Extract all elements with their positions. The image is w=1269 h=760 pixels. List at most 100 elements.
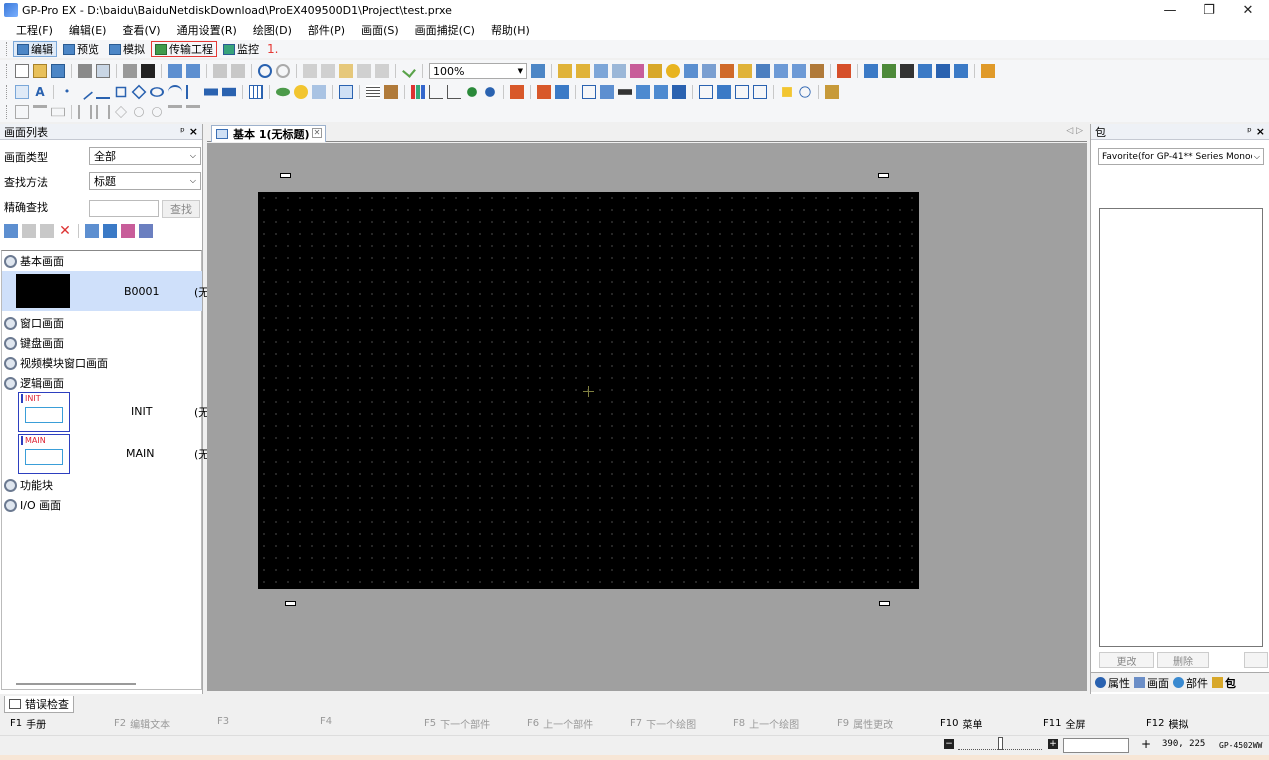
pin-icon[interactable]: ᵖ: [1247, 125, 1252, 138]
transfer-project-button[interactable]: 传输工程: [151, 41, 217, 57]
menu-project[interactable]: 工程(F): [8, 22, 61, 38]
modify-button[interactable]: 更改: [1099, 652, 1154, 668]
screen-export-icon[interactable]: [139, 224, 153, 238]
resize-handle[interactable]: [878, 173, 889, 178]
logic-item-init[interactable]: INIT INIT (无: [2, 391, 209, 433]
panel-close-icon[interactable]: ×: [189, 125, 198, 138]
screen-view-icon[interactable]: [103, 224, 117, 238]
paste-icon[interactable]: [339, 64, 353, 78]
tool-icon[interactable]: [582, 85, 596, 99]
search-method-select[interactable]: 标题 ⌵: [89, 172, 201, 190]
zoom-select[interactable]: 100% ▼: [429, 63, 527, 79]
tool-icon[interactable]: [558, 64, 572, 78]
tab-screen[interactable]: 画面: [1134, 675, 1169, 691]
tool-icon[interactable]: [918, 64, 932, 78]
resize-handle[interactable]: [879, 601, 890, 606]
tab-package[interactable]: 包: [1212, 675, 1236, 691]
menu-draw[interactable]: 绘图(D): [245, 22, 300, 38]
fkey-f2[interactable]: F2 编辑文本: [114, 716, 170, 731]
tool-icon[interactable]: [720, 64, 734, 78]
tool-icon[interactable]: [782, 87, 792, 97]
menu-screen[interactable]: 画面(S): [353, 22, 407, 38]
tool-icon[interactable]: [756, 64, 770, 78]
menu-common-settings[interactable]: 通用设置(R): [169, 22, 245, 38]
tool-icon[interactable]: [467, 87, 477, 97]
find-button[interactable]: 查找: [162, 200, 200, 218]
screen-canvas[interactable]: [258, 192, 919, 589]
minimize-button[interactable]: —: [1150, 0, 1190, 20]
tool-icon[interactable]: [594, 64, 608, 78]
scale-icon[interactable]: [186, 85, 200, 99]
fkey-f11[interactable]: F11 全屏: [1043, 716, 1085, 731]
lamp-icon[interactable]: [294, 85, 308, 99]
tree-logic-screen[interactable]: 逻辑画面: [4, 375, 64, 391]
tool-icon[interactable]: [672, 85, 686, 99]
tool-icon[interactable]: [684, 64, 698, 78]
tool-icon[interactable]: [774, 64, 788, 78]
tool-icon[interactable]: [792, 64, 806, 78]
arc-icon[interactable]: [168, 85, 182, 99]
tool-icon[interactable]: [600, 85, 614, 99]
menu-screen-capture[interactable]: 画面捕捉(C): [407, 22, 483, 38]
print-preview-icon[interactable]: [96, 64, 110, 78]
screen-prop-icon[interactable]: [85, 224, 99, 238]
delete-screen-icon[interactable]: ✕: [58, 224, 72, 238]
tree-video-screen[interactable]: 视频模块窗口画面: [4, 355, 108, 371]
undo-icon[interactable]: [258, 64, 272, 78]
fkey-f1[interactable]: F1 手册: [10, 716, 46, 731]
print-icon[interactable]: [78, 64, 92, 78]
menu-edit[interactable]: 编辑(E): [61, 22, 115, 38]
restore-button[interactable]: ❐: [1189, 0, 1229, 20]
select-arrow-icon[interactable]: [15, 85, 29, 99]
close-button[interactable]: ✕: [1228, 0, 1268, 20]
screen-multi-icon[interactable]: [121, 224, 135, 238]
tool-icon[interactable]: [612, 64, 626, 78]
tool-icon[interactable]: [900, 64, 914, 78]
ellipse-icon[interactable]: [150, 87, 164, 97]
resize-handle[interactable]: [285, 601, 296, 606]
new-icon[interactable]: [15, 64, 29, 78]
new-screen-icon[interactable]: [4, 224, 18, 238]
logic-item-main[interactable]: MAIN MAIN (无: [2, 433, 209, 475]
zoom-out-button[interactable]: −: [944, 739, 954, 749]
tree-function-block[interactable]: 功能块: [4, 477, 53, 493]
rectangle-icon[interactable]: [115, 86, 127, 98]
tool-icon[interactable]: [753, 85, 767, 99]
tool-icon[interactable]: [204, 88, 218, 96]
keypad-icon[interactable]: [366, 85, 380, 99]
tool-icon[interactable]: [810, 64, 824, 78]
tool-icon[interactable]: [384, 85, 398, 99]
zoom-in-button[interactable]: +: [1048, 739, 1058, 749]
dot-icon[interactable]: •: [60, 85, 74, 99]
switch-icon[interactable]: [276, 87, 290, 97]
fkey-f10[interactable]: F10 菜单: [940, 716, 982, 731]
bar-graph-icon[interactable]: [411, 85, 425, 99]
tool-icon[interactable]: [618, 89, 632, 95]
table-icon[interactable]: [249, 85, 263, 99]
tab-parts[interactable]: 部件: [1173, 675, 1208, 691]
tool-icon[interactable]: [485, 87, 495, 97]
tool-icon[interactable]: [864, 64, 878, 78]
menu-help[interactable]: 帮助(H): [483, 22, 538, 38]
fkey-f4[interactable]: F4: [320, 716, 336, 727]
tab-base-1[interactable]: 基本 1(无标题) ✕: [211, 125, 326, 142]
menu-parts[interactable]: 部件(P): [300, 22, 353, 38]
error-check-tab[interactable]: 错误检查: [4, 695, 74, 713]
text-icon[interactable]: A: [33, 85, 47, 99]
screen-type-select[interactable]: 全部 ⌵: [89, 147, 201, 165]
sound-icon[interactable]: [738, 64, 752, 78]
package-list[interactable]: [1099, 208, 1263, 647]
save-icon[interactable]: [51, 64, 65, 78]
tree-io-screen[interactable]: I/O 画面: [4, 497, 61, 513]
simulate-button[interactable]: 模拟: [105, 41, 149, 57]
tool-icon[interactable]: [882, 64, 896, 78]
zoom-slider[interactable]: [958, 737, 1042, 750]
editor-area[interactable]: [207, 143, 1087, 691]
tool-icon[interactable]: [799, 86, 811, 98]
tool-icon[interactable]: [555, 85, 569, 99]
tool-icon[interactable]: [222, 87, 236, 97]
tool-icon[interactable]: [576, 64, 590, 78]
screen-open-icon[interactable]: [186, 64, 200, 78]
menu-view[interactable]: 查看(V): [114, 22, 168, 38]
fkey-f3[interactable]: F3: [217, 716, 233, 727]
